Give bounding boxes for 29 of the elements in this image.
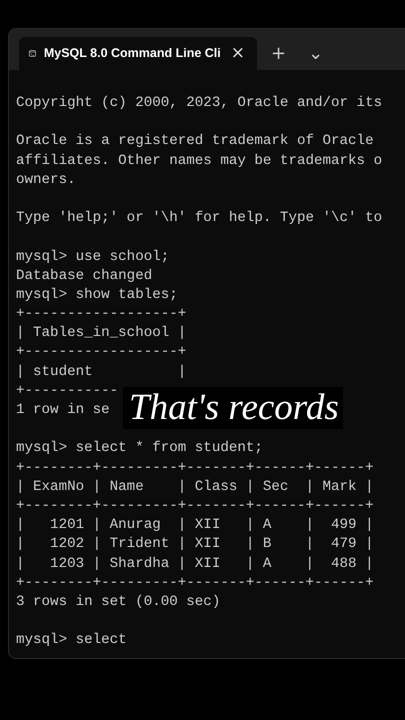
terminal-line: | student | <box>16 362 186 382</box>
terminal-tab[interactable]: MySQL 8.0 Command Line Cli × <box>19 37 257 70</box>
terminal-line: | ExamNo | Name | Class | Sec | Mark | <box>16 478 374 497</box>
terminal-line: mysql> select * from student; <box>16 439 263 458</box>
terminal-line: 1 row in se <box>16 401 110 420</box>
terminal-line: Database changed <box>16 266 152 286</box>
terminal-line: | Tables_in_school | <box>16 324 186 344</box>
terminal-line: 3 rows in set (0.00 sec) <box>16 592 220 612</box>
terminal-line: | 1202 | Trident | XII | B | 479 | <box>16 535 374 554</box>
new-tab-button[interactable]: + <box>263 37 294 70</box>
terminal-line: +------------------+ <box>16 343 186 362</box>
dropdown-button[interactable]: ⌄ <box>300 37 332 70</box>
terminal-line: +--------+---------+-------+------+------+ <box>16 496 374 516</box>
terminal-line: Oracle is a registered trademark of Oracle <box>16 132 374 152</box>
terminal-line: mysql> select <box>16 631 127 650</box>
caption-text: That's records <box>123 387 343 429</box>
close-button[interactable]: × <box>228 45 247 62</box>
terminal-line: affiliates. Other names may be trademarks o <box>16 152 382 171</box>
terminal-line: +------------------+ <box>16 305 186 324</box>
terminal-line: | 1203 | Shardha | XII | A | 488 | <box>16 554 374 574</box>
terminal-line: Copyright (c) 2000, 2023, Oracle and/or its <box>16 94 382 113</box>
terminal-line: Type 'help;' or '\h' for help. Type '\c' to <box>16 209 382 228</box>
terminal-line: owners. <box>16 170 76 190</box>
terminal-line: +----------- <box>16 382 118 401</box>
terminal-line: +--------+---------+-------+------+------+ <box>16 458 374 478</box>
terminal-line: mysql> use school; <box>16 248 170 266</box>
terminal-line: | 1201 | Anurag | XII | A | 499 | <box>16 516 374 536</box>
terminal-line: +--------+---------+-------+------+------+ <box>16 574 374 593</box>
terminal-line: mysql> show tables; <box>16 286 178 305</box>
